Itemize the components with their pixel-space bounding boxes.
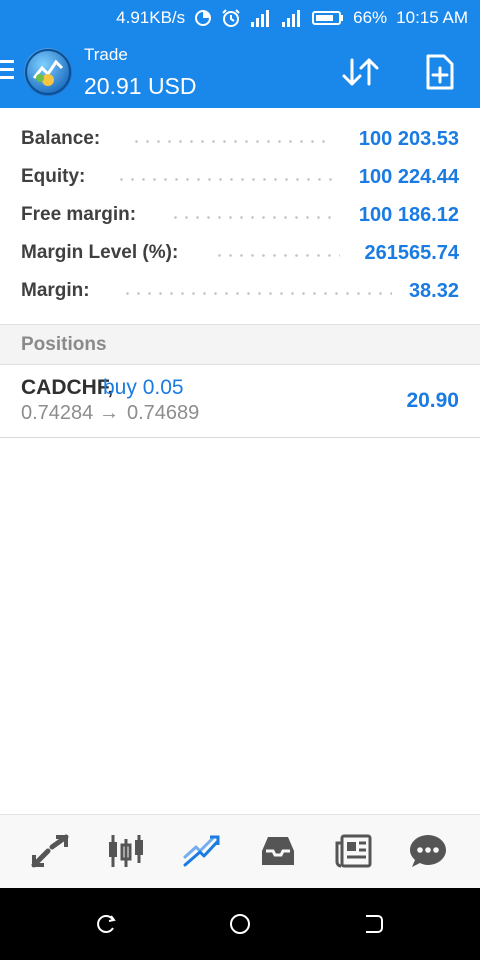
app-title: Trade — [84, 45, 128, 64]
clock: 10:15 AM — [396, 8, 468, 27]
summary-value: 100 224.44 — [358, 166, 459, 188]
summary-row-margin-level: Margin Level (%): 261565.74 — [0, 234, 480, 272]
position-side: buy 0.05 — [103, 376, 184, 399]
quotes-icon[interactable] — [28, 831, 72, 871]
history-icon[interactable] — [256, 831, 300, 871]
battery-percent: 66% — [353, 8, 388, 27]
status-bar: 4.91KB/s 66% 10:15 AM — [0, 0, 480, 36]
network-speed: 4.91KB/s — [116, 8, 186, 27]
leader-dots — [122, 292, 392, 295]
system-nav-bar — [0, 888, 480, 960]
bottom-nav — [0, 814, 480, 888]
account-profit: 20.91 USD — [84, 73, 197, 99]
summary-row-free-margin: Free margin: 100 186.12 — [0, 196, 480, 234]
summary-value: 38.32 — [408, 280, 459, 302]
home-icon[interactable] — [228, 912, 252, 941]
summary-row-balance: Balance: 100 203.53 — [0, 120, 480, 158]
leader-dots — [214, 254, 340, 257]
leader-dots — [116, 178, 336, 181]
summary-label: Margin Level (%): — [21, 242, 179, 263]
back-icon[interactable] — [362, 912, 386, 941]
summary-label: Balance: — [21, 128, 101, 149]
recent-apps-icon[interactable] — [95, 912, 119, 941]
summary-label: Equity: — [21, 166, 86, 187]
summary-value: 261565.74 — [364, 242, 459, 264]
battery-icon — [312, 10, 344, 26]
position-profit: 20.90 — [406, 389, 459, 412]
menu-icon[interactable] — [0, 60, 16, 84]
leader-dots — [131, 140, 331, 143]
news-icon[interactable] — [332, 831, 376, 871]
metatrader-logo[interactable] — [24, 48, 72, 96]
alarm-icon — [221, 8, 241, 28]
sort-icon[interactable] — [341, 56, 381, 93]
position-row[interactable]: CADCHF, buy 0.05 0.74284 → 0.74689 20.90 — [0, 365, 480, 438]
data-saver-icon — [194, 9, 212, 27]
positions-header: Positions — [0, 324, 480, 365]
price-arrow: → — [99, 402, 119, 424]
chart-icon[interactable] — [104, 831, 148, 871]
current-price: 0.74689 — [127, 402, 200, 424]
signal-icon — [250, 9, 272, 27]
section-title: Positions — [21, 334, 107, 355]
trade-icon[interactable] — [180, 831, 224, 871]
summary-value: 100 186.12 — [358, 204, 459, 226]
app-bar: Trade 20.91 USD — [0, 36, 480, 108]
account-summary: Balance: 100 203.53 Equity: 100 224.44 F… — [0, 120, 480, 310]
summary-row-equity: Equity: 100 224.44 — [0, 158, 480, 196]
position-symbol: CADCHF, — [21, 376, 114, 399]
summary-label: Free margin: — [21, 204, 137, 225]
open-price: 0.74284 — [21, 402, 94, 424]
summary-label: Margin: — [21, 280, 90, 301]
leader-dots — [170, 216, 336, 219]
new-order-icon[interactable] — [424, 54, 456, 95]
signal-icon — [281, 9, 303, 27]
summary-row-margin: Margin: 38.32 — [0, 272, 480, 310]
summary-value: 100 203.53 — [358, 128, 459, 150]
chat-icon[interactable] — [406, 831, 450, 871]
